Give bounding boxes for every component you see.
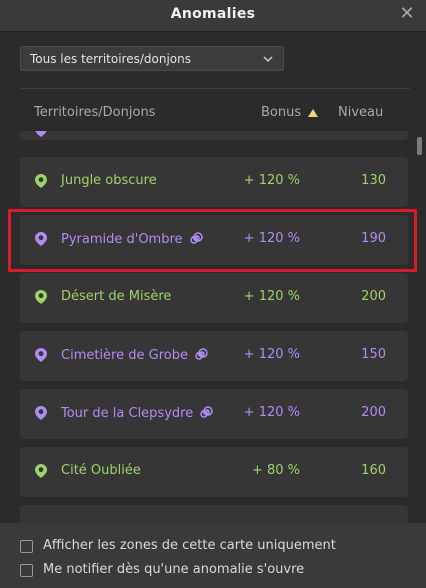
row-name-wrap: Pyramide d'Ombre: [61, 231, 203, 247]
row-bonus: + 120 %: [243, 289, 300, 304]
list-item[interactable]: Désert de Misère + 120 % 200: [20, 273, 408, 323]
row-name: Jungle obscure: [61, 173, 157, 188]
list-item[interactable]: [20, 131, 408, 140]
row-level: 200: [361, 405, 386, 420]
spiral-icon: [195, 348, 208, 360]
list-item[interactable]: Cité Oubliée + 80 % 160: [20, 447, 408, 497]
column-header-level[interactable]: Niveau: [338, 105, 383, 120]
row-bonus: + 120 %: [243, 173, 300, 188]
close-icon[interactable]: ✕: [397, 4, 417, 24]
column-header-name[interactable]: Territoires/Donjons: [34, 105, 155, 120]
row-bonus: + 120 %: [243, 405, 300, 420]
list-item[interactable]: Jungle obscure + 120 % 130: [20, 157, 408, 207]
list-item[interactable]: Cimetière de Grobe + 120 % 150: [20, 331, 408, 381]
anomaly-list: Jungle obscure + 120 % 130 Pyramide d'Om…: [20, 131, 410, 523]
row-name: Désert de Misère: [61, 289, 172, 304]
map-pin-icon: [35, 290, 47, 304]
spiral-icon: [200, 406, 213, 418]
row-level: 130: [361, 173, 386, 188]
row-level: 160: [361, 463, 386, 478]
row-level: 150: [361, 347, 386, 362]
map-pin-icon: [35, 406, 47, 420]
checkbox-notify[interactable]: [20, 564, 33, 577]
checkbox-notify-label: Me notifier dès qu'une anomalie s'ouvre: [43, 562, 305, 577]
map-pin-icon: [35, 174, 47, 188]
row-name: Cité Oubliée: [61, 463, 141, 478]
checkbox-map-only-label: Afficher les zones de cette carte unique…: [43, 538, 336, 553]
chevron-down-icon: [263, 56, 273, 63]
checkbox-map-only[interactable]: [20, 540, 33, 553]
row-level: 190: [361, 231, 386, 246]
row-name: Pyramide d'Ombre: [61, 232, 183, 247]
options-footer: Afficher les zones de cette carte unique…: [0, 523, 426, 588]
row-name-wrap: Cimetière de Grobe: [61, 347, 208, 363]
map-pin-icon: [35, 232, 47, 246]
list-item[interactable]: Pyramide d'Ombre + 120 % 190: [20, 215, 408, 265]
title-bar: Anomalies ✕: [0, 0, 426, 32]
row-bonus: + 80 %: [251, 463, 300, 478]
row-bonus: + 120 %: [243, 347, 300, 362]
row-name-wrap: Tour de la Clepsydre: [61, 405, 213, 421]
spiral-icon: [189, 232, 203, 244]
map-pin-icon: [35, 348, 47, 362]
list-scrollbar[interactable]: [417, 131, 422, 523]
filter-selected-value: Tous les territoires/donjons: [30, 52, 191, 66]
territory-filter-dropdown[interactable]: Tous les territoires/donjons: [20, 46, 284, 71]
map-pin-icon: [35, 131, 47, 137]
window-title: Anomalies: [170, 6, 256, 22]
row-bonus: + 120 %: [243, 231, 300, 246]
row-level: 200: [361, 289, 386, 304]
scrollbar-thumb[interactable]: [417, 137, 422, 155]
list-item[interactable]: [20, 505, 408, 523]
column-header-bonus[interactable]: Bonus: [261, 105, 301, 120]
list-item[interactable]: Tour de la Clepsydre + 120 % 200: [20, 389, 408, 439]
row-name: Tour de la Clepsydre: [61, 406, 194, 421]
sort-ascending-icon[interactable]: [308, 109, 318, 117]
map-pin-icon: [35, 464, 47, 478]
divider: [20, 88, 410, 89]
row-name: Cimetière de Grobe: [61, 348, 188, 363]
